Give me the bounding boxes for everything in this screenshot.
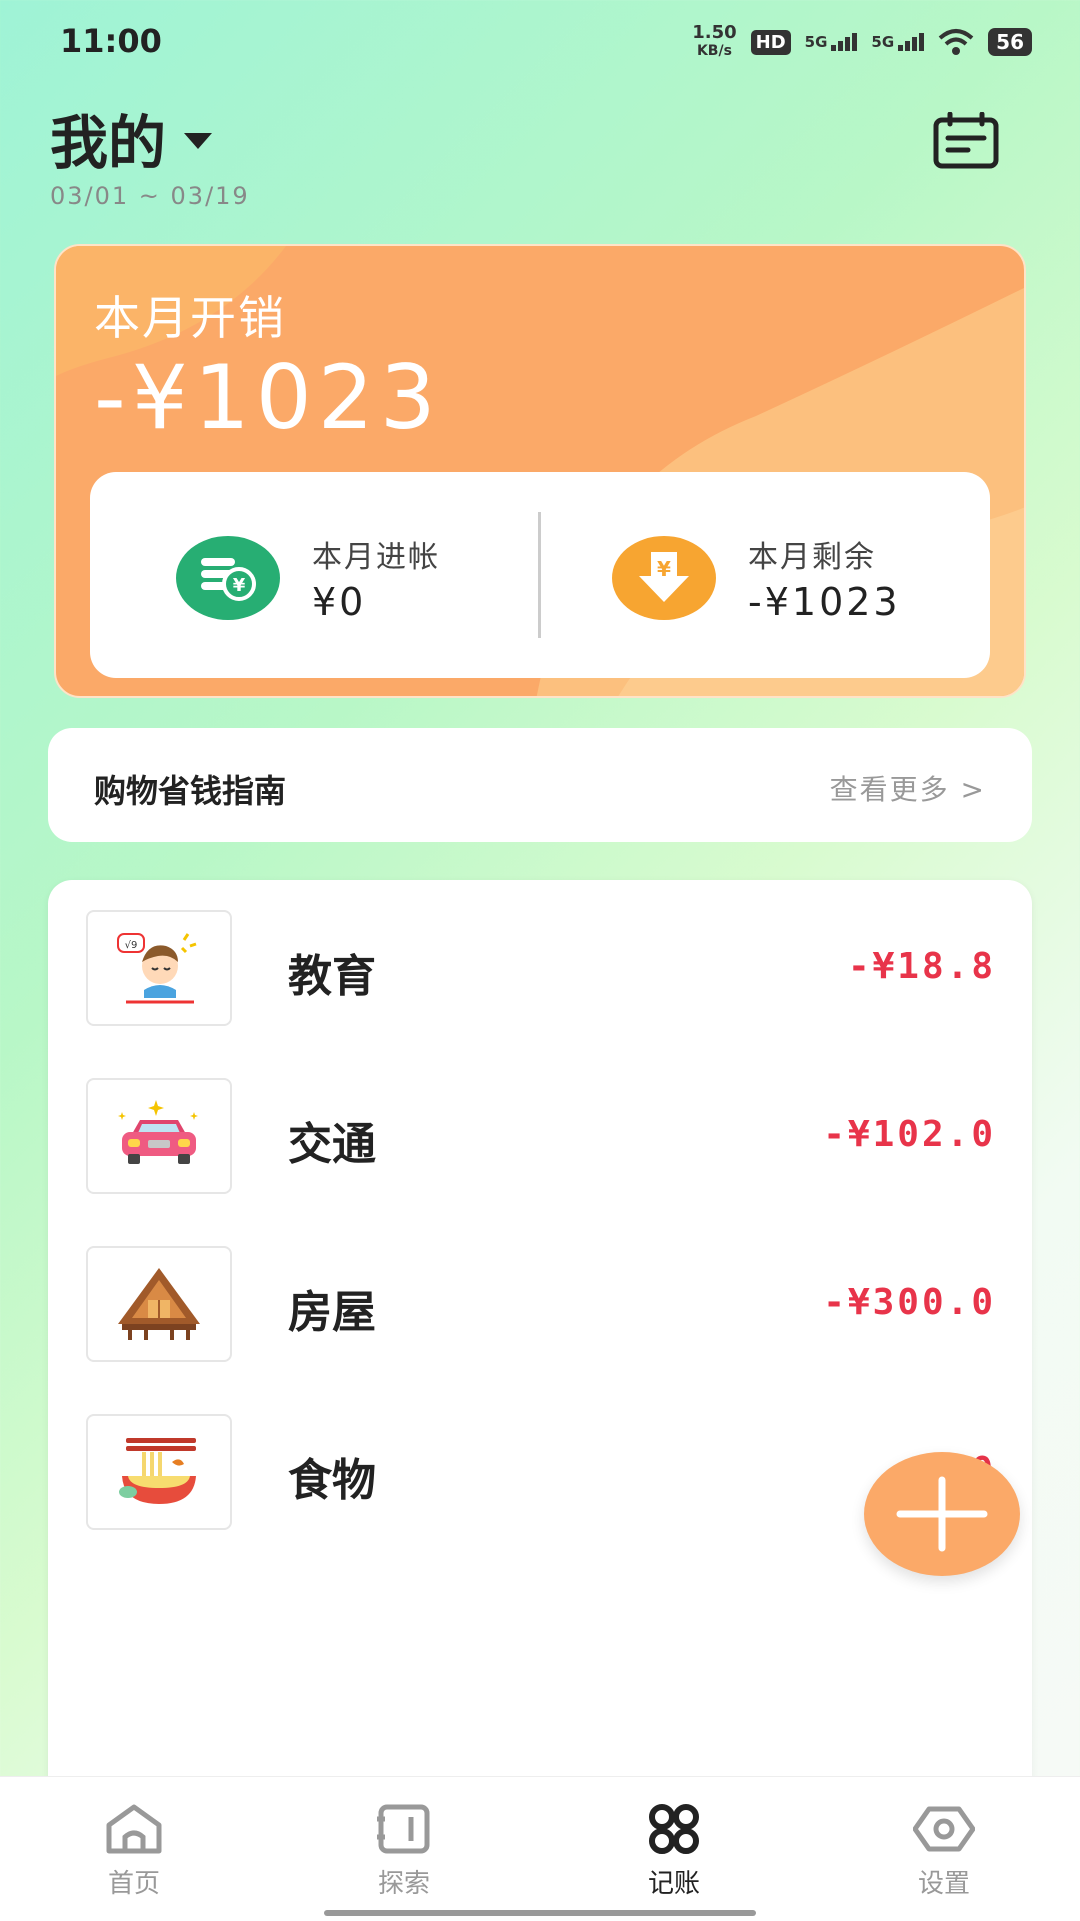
car-icon (86, 1078, 232, 1194)
remain-download-icon: ¥ (612, 536, 716, 620)
tab-label: 设置 (917, 1869, 970, 1899)
records-list: √9 教育 -¥18.8 交通 -¥102.0 房屋 -¥300.0 食物 (48, 880, 1032, 1920)
home-icon (106, 1804, 162, 1854)
sim2-label: 5G (871, 33, 895, 51)
tab-home[interactable]: 首页 (64, 1803, 204, 1900)
network-speed: 1.50 KB/s (692, 24, 736, 60)
record-amount: -¥18.8 (847, 946, 996, 987)
grid-icon (649, 1804, 699, 1854)
signal-icon-sim1: 5G (805, 33, 858, 51)
record-amount: -¥300.0 (823, 1282, 996, 1323)
status-time: 11:00 (60, 22, 162, 60)
tab-label: 探索 (377, 1869, 430, 1899)
plus-icon (896, 1476, 988, 1552)
record-amount: -¥102.0 (823, 1114, 996, 1155)
list-item[interactable]: √9 教育 -¥18.8 (86, 910, 996, 1026)
sim1-label: 5G (804, 33, 828, 51)
wifi-icon (938, 29, 974, 55)
income-stat: ¥ 本月进帐 ¥0 (176, 532, 440, 624)
tab-settings[interactable]: 设置 (874, 1803, 1014, 1900)
calendar-button[interactable] (932, 111, 1000, 170)
record-name: 交通 (288, 1119, 376, 1170)
add-record-button[interactable] (864, 1452, 1020, 1576)
guide-title: 购物省钱指南 (94, 772, 287, 810)
see-more-link[interactable]: 查看更多 > (830, 768, 986, 808)
spend-label: 本月开销 (94, 291, 286, 345)
education-icon: √9 (86, 910, 232, 1026)
svg-text:¥: ¥ (233, 575, 246, 596)
remain-value: -¥1023 (748, 580, 901, 624)
status-icons: 1.50 KB/s HD 5G 5G 56 (692, 24, 1032, 60)
page-title: 我的 (50, 109, 167, 177)
divider (538, 512, 541, 638)
date-range[interactable]: 03/01 ~ 03/19 (50, 182, 250, 210)
caret-down-icon (184, 133, 213, 149)
svg-text:¥: ¥ (657, 557, 671, 581)
income-coins-icon: ¥ (176, 536, 280, 620)
tab-explore[interactable]: 探索 (334, 1803, 474, 1900)
income-label: 本月进帐 (312, 540, 440, 575)
list-item[interactable]: 食物 -¥60 (86, 1414, 996, 1530)
house-icon (86, 1246, 232, 1362)
monthly-spend-card[interactable]: 本月开销 -¥1023 ¥ 本月进帐 ¥0 ¥ 本月剩余 -¥1023 (54, 244, 1026, 698)
remain-label: 本月剩余 (748, 540, 876, 575)
hd-icon: HD (750, 29, 791, 55)
svg-text:√9: √9 (125, 940, 138, 951)
tab-bookkeeping[interactable]: 记账 (604, 1803, 744, 1900)
record-name: 房屋 (288, 1287, 376, 1338)
remain-stat: ¥ 本月剩余 -¥1023 (612, 532, 901, 624)
spend-amount: -¥1023 (94, 346, 442, 449)
income-value: ¥0 (312, 580, 367, 624)
noodle-bowl-icon (86, 1414, 232, 1530)
summary-panel: ¥ 本月进帐 ¥0 ¥ 本月剩余 -¥1023 (90, 472, 990, 678)
account-selector[interactable]: 我的 (50, 96, 213, 180)
calendar-icon (933, 111, 999, 169)
record-name: 教育 (288, 951, 376, 1002)
status-bar: 11:00 1.50 KB/s HD 5G 5G 56 (0, 0, 1080, 84)
bottom-tab-bar: 首页 探索 记账 设置 (0, 1776, 1080, 1921)
list-item[interactable]: 房屋 -¥300.0 (86, 1246, 996, 1362)
tab-label: 记账 (647, 1869, 700, 1899)
network-speed-value: 1.50 (692, 22, 737, 43)
network-speed-unit: KB/s (696, 43, 732, 59)
shopping-guide-card[interactable]: 购物省钱指南 查看更多 > (48, 728, 1032, 842)
list-item[interactable]: 交通 -¥102.0 (86, 1078, 996, 1194)
signal-icon-sim2: 5G (871, 33, 925, 51)
notebook-icon (377, 1804, 430, 1854)
tab-label: 首页 (107, 1869, 160, 1899)
eye-hexagon-icon (913, 1806, 975, 1852)
battery-icon: 56 (988, 28, 1032, 56)
record-name: 食物 (288, 1455, 376, 1506)
home-indicator[interactable] (324, 1910, 756, 1916)
